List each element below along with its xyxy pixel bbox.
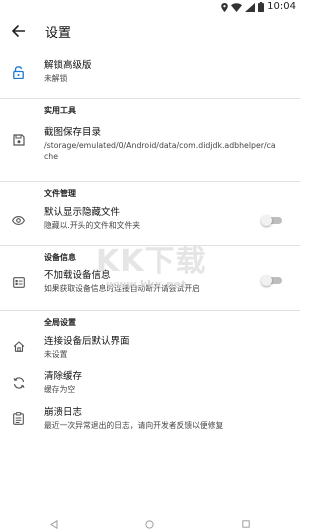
unlock-premium-item[interactable]: 解锁高级版 未解锁 xyxy=(0,48,300,98)
section-header-device: 设备信息 xyxy=(0,246,300,266)
unlock-title: 解锁高级版 xyxy=(44,60,92,71)
crash-log-item[interactable]: 崩溃日志 最近一次异常退出的日志，请向开发者反馈以便修复 xyxy=(0,401,300,437)
back-button[interactable] xyxy=(1,14,35,48)
no-device-info-switch[interactable] xyxy=(261,275,283,286)
eye-icon xyxy=(12,214,25,227)
show-hidden-title: 默认显示隐藏文件 xyxy=(44,207,121,218)
no-device-info-title: 不加载设备信息 xyxy=(44,270,111,281)
crash-log-desc: 最近一次异常退出的日志，请向开发者反馈以便修复 xyxy=(44,421,224,430)
status-time: 10:04 xyxy=(267,1,296,12)
unlock-status: 未解锁 xyxy=(44,74,68,83)
clear-cache-item[interactable]: 清除缓存 缓存为空 xyxy=(0,365,300,401)
battery-icon xyxy=(258,2,264,12)
section-title-device: 设备信息 xyxy=(44,253,76,262)
system-nav-bar xyxy=(0,518,300,531)
status-bar: 10:04 xyxy=(0,0,300,14)
nav-recents-icon[interactable] xyxy=(242,520,250,528)
lock-open-icon xyxy=(12,66,25,79)
app-bar: 设置 xyxy=(0,14,300,48)
nav-home-icon[interactable] xyxy=(145,520,154,529)
clear-cache-status: 缓存为空 xyxy=(44,385,76,394)
arrow-back-icon xyxy=(11,25,25,37)
section-title-files: 文件管理 xyxy=(44,189,76,198)
section-title-global: 全局设置 xyxy=(44,318,76,327)
show-hidden-desc: 隐藏以.开头的文件和文件夹 xyxy=(44,221,141,230)
section-header-global: 全局设置 xyxy=(0,311,300,331)
crash-log-title: 崩溃日志 xyxy=(44,407,83,418)
no-device-info-item[interactable]: 不加载设备信息 如果获取设备信息时连接自动断开请尝试开启 xyxy=(0,266,300,310)
no-device-info-desc: 如果获取设备信息时连接自动断开请尝试开启 xyxy=(44,284,200,293)
switch-thumb xyxy=(261,275,272,286)
default-screen-title: 连接设备后默认界面 xyxy=(44,336,130,347)
section-header-files: 文件管理 xyxy=(0,182,300,202)
signal-icon xyxy=(245,2,255,12)
screenshot-dir-item[interactable]: 截图保存目录 /storage/emulated/0/Android/data/… xyxy=(0,119,300,181)
switch-thumb xyxy=(261,215,272,226)
location-icon xyxy=(221,2,228,12)
section-header-tools: 实用工具 xyxy=(0,99,300,119)
clipboard-icon xyxy=(12,412,25,425)
device-info-icon xyxy=(12,276,25,289)
nav-back-icon[interactable] xyxy=(50,520,58,529)
show-hidden-files-item[interactable]: 默认显示隐藏文件 隐藏以.开头的文件和文件夹 xyxy=(0,202,300,245)
default-screen-value: 未设置 xyxy=(44,350,68,359)
show-hidden-switch[interactable] xyxy=(261,215,283,226)
refresh-icon xyxy=(12,376,25,389)
default-screen-item[interactable]: 连接设备后默认界面 未设置 xyxy=(0,331,300,365)
status-icons xyxy=(221,2,264,12)
wifi-icon xyxy=(231,2,242,12)
screenshot-dir-title: 截图保存目录 xyxy=(44,127,102,138)
save-icon xyxy=(12,133,25,146)
clear-cache-title: 清除缓存 xyxy=(44,371,83,382)
section-title-tools: 实用工具 xyxy=(44,106,76,115)
home-icon xyxy=(12,340,25,353)
screenshot-dir-path: /storage/emulated/0/Android/data/com.did… xyxy=(44,141,276,161)
page-title: 设置 xyxy=(45,25,72,41)
